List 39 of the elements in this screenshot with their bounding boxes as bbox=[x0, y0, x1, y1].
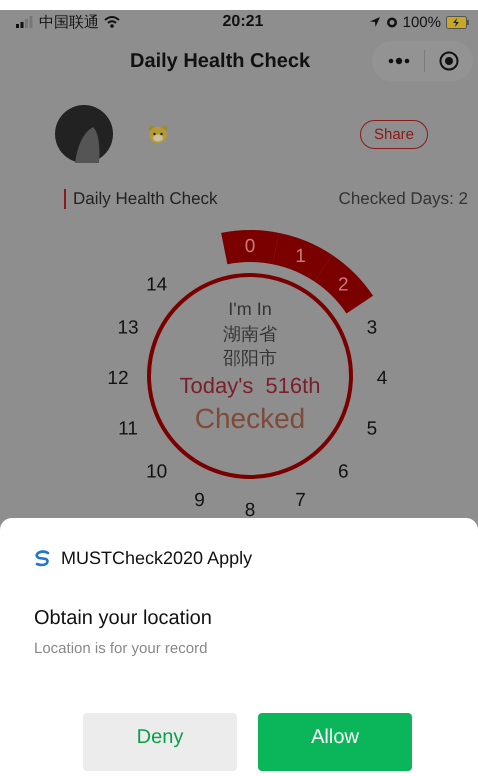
province-name: 湖南省 bbox=[223, 323, 277, 346]
check-status: Checked bbox=[194, 402, 306, 436]
app-logo-icon bbox=[34, 550, 51, 567]
day-number: 11 bbox=[118, 418, 138, 440]
day-number: 12 bbox=[107, 368, 129, 389]
battery-icon bbox=[446, 16, 470, 28]
app-name: MUSTCheck2020 Apply bbox=[61, 548, 252, 569]
day-number: 14 bbox=[146, 274, 168, 296]
day-number: 8 bbox=[244, 500, 256, 521]
section-title: Daily Health Check bbox=[64, 189, 218, 209]
alarm-icon bbox=[386, 16, 398, 28]
signal-icon bbox=[16, 16, 34, 28]
page-title: Daily Health Check bbox=[130, 50, 310, 72]
wifi-icon bbox=[104, 16, 120, 28]
day-number: 4 bbox=[376, 368, 388, 389]
day-number: 13 bbox=[117, 317, 139, 338]
location-arrow-icon bbox=[368, 16, 381, 28]
avatar bbox=[55, 105, 113, 163]
day-number: 6 bbox=[338, 461, 349, 482]
location-caption: I'm In bbox=[228, 298, 272, 321]
day-number: 3 bbox=[366, 317, 378, 338]
clock-time: 20:21 bbox=[222, 13, 264, 31]
more-icon[interactable] bbox=[388, 57, 410, 65]
city-name: 邵阳市 bbox=[223, 347, 277, 370]
close-target-icon[interactable] bbox=[439, 51, 459, 71]
day-number: 9 bbox=[194, 490, 205, 511]
day-number: 10 bbox=[146, 461, 168, 482]
share-button[interactable]: Share bbox=[360, 120, 428, 148]
dialog-title: Obtain your location bbox=[34, 607, 212, 630]
deny-button[interactable]: Deny bbox=[83, 713, 237, 771]
carrier-name: 中国联通 bbox=[39, 12, 99, 32]
day-number: 5 bbox=[366, 418, 378, 440]
battery-percent: 100% bbox=[402, 14, 441, 30]
checked-days-count: Checked Days: 2 bbox=[338, 189, 468, 209]
rank-value: 516th bbox=[265, 372, 320, 400]
day-number: 7 bbox=[295, 490, 306, 511]
dialog-message: Location is for your record bbox=[34, 640, 208, 657]
rank-label: Today's bbox=[180, 372, 254, 400]
allow-button[interactable]: Allow bbox=[258, 713, 412, 771]
